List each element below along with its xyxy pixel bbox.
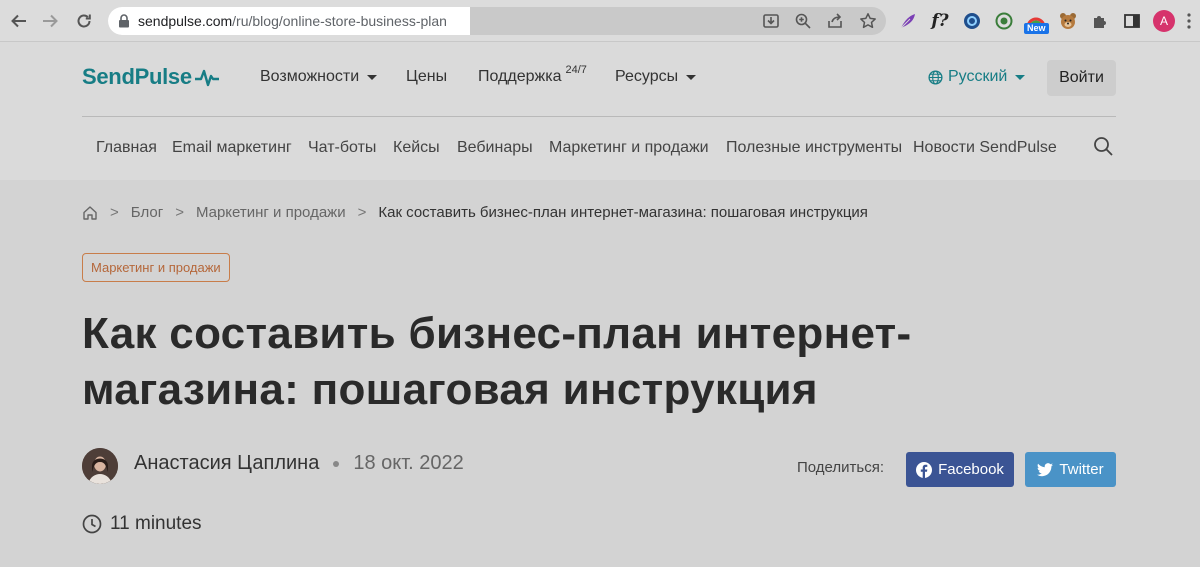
logo-text: SendPulse (82, 64, 192, 89)
subnav-marketing-sales[interactable]: Маркетинг и продажи (549, 139, 709, 157)
subnav-chatbots[interactable]: Чат-боты (308, 139, 376, 157)
profile-avatar[interactable]: A (1153, 10, 1175, 32)
url-host: sendpulse.com (138, 13, 233, 29)
twitter-label: Twitter (1059, 461, 1104, 478)
url-path: /ru/blog/online-store-business-plan (232, 13, 447, 29)
page-title: Как составить бизнес-план интернет- мага… (82, 306, 982, 418)
arrow-left-icon (11, 14, 26, 28)
subnav-news[interactable]: Новости SendPulse (913, 139, 1057, 157)
home-icon (83, 205, 97, 220)
language-selector[interactable]: Русский (928, 68, 1026, 86)
menu-resources[interactable]: Ресурсы (615, 68, 697, 86)
read-time-label: 11 minutes (110, 513, 202, 534)
menu-support-label: Поддержка (478, 68, 562, 85)
sidepanel-icon[interactable] (1121, 10, 1143, 32)
facebook-icon (916, 461, 933, 478)
facebook-share-button[interactable]: Facebook (906, 452, 1014, 487)
reload-button[interactable] (72, 9, 96, 33)
author-meta: Анастасия Цаплина 18 окт. 2022 (134, 452, 464, 475)
new-badge: New (1024, 23, 1049, 34)
kebab-menu-icon[interactable] (1178, 10, 1200, 32)
back-button[interactable] (7, 9, 31, 33)
search-button[interactable] (1093, 136, 1113, 161)
menu-prices[interactable]: Цены (406, 68, 447, 86)
title-line-1: Как составить бизнес-план интернет- (82, 309, 912, 358)
login-button[interactable]: Войти (1047, 60, 1116, 96)
record-icon[interactable] (993, 10, 1015, 32)
category-tag[interactable]: Маркетинг и продажи (82, 253, 230, 282)
pulse-icon (194, 69, 219, 87)
share-page-icon[interactable] (826, 12, 844, 30)
fx-icon[interactable]: f? (929, 10, 951, 32)
site-logo[interactable]: SendPulse (82, 64, 220, 90)
lock-icon[interactable] (118, 14, 130, 28)
title-line-2: магазина: пошаговая инструкция (82, 365, 818, 414)
twitter-share-button[interactable]: Twitter (1025, 452, 1116, 487)
publish-date: 18 окт. 2022 (353, 452, 464, 474)
menu-support[interactable]: Поддержка 24/7 (478, 64, 587, 86)
arrow-right-icon (43, 14, 58, 28)
facebook-label: Facebook (938, 461, 1004, 478)
menu-prices-label: Цены (406, 68, 448, 85)
puzzle-icon[interactable] (1089, 10, 1111, 32)
menu-features[interactable]: Возможности (260, 68, 378, 86)
globe-icon (928, 69, 943, 85)
author-avatar[interactable] (82, 448, 118, 484)
site-header: SendPulse Возможности Цены Поддержка 24/… (0, 42, 1200, 180)
chevron-down-icon (367, 74, 378, 80)
url-text: sendpulse.com/ru/blog/online-store-busin… (138, 13, 447, 29)
breadcrumb-marketing[interactable]: Маркетинг и продажи (196, 204, 346, 221)
subnav-home[interactable]: Главная (96, 139, 157, 157)
address-bar[interactable]: sendpulse.com/ru/blog/online-store-busin… (108, 7, 886, 35)
breadcrumb-separator: > (357, 204, 367, 221)
header-divider (82, 116, 1116, 117)
install-icon[interactable] (762, 12, 780, 30)
bear-icon[interactable] (1057, 10, 1079, 32)
forward-button[interactable] (38, 9, 62, 33)
breadcrumb-blog[interactable]: Блог (131, 204, 163, 221)
aperture-icon[interactable] (961, 10, 983, 32)
feather-icon[interactable] (897, 10, 919, 32)
bookmark-star-icon[interactable] (859, 12, 877, 30)
search-icon (1094, 137, 1113, 156)
clock-icon (82, 514, 102, 534)
twitter-icon (1037, 462, 1054, 476)
author-name[interactable]: Анастасия Цаплина (134, 452, 319, 475)
menu-features-label: Возможности (260, 68, 360, 85)
support-24-7-label: 24/7 (565, 64, 587, 76)
article-content: > Блог > Маркетинг и продажи > Как соста… (0, 180, 1200, 567)
browser-toolbar: sendpulse.com/ru/blog/online-store-busin… (0, 0, 1200, 42)
subnav-webinars[interactable]: Вебинары (457, 139, 533, 157)
meta-dot (333, 460, 340, 467)
breadcrumb-current: Как составить бизнес-план интернет-магаз… (378, 204, 868, 221)
chevron-down-icon (686, 74, 697, 80)
zoom-icon[interactable] (794, 12, 812, 30)
reload-icon (77, 14, 91, 28)
menu-resources-label: Ресурсы (615, 68, 679, 85)
subnav-useful-tools[interactable]: Полезные инструменты (726, 139, 902, 157)
share-label: Поделиться: (797, 459, 884, 476)
breadcrumb-separator: > (110, 204, 119, 221)
chevron-down-icon (1015, 74, 1026, 80)
breadcrumb-separator: > (175, 204, 184, 221)
url-field[interactable]: sendpulse.com/ru/blog/online-store-busin… (108, 7, 470, 35)
language-label: Русский (948, 68, 1008, 85)
subnav-cases[interactable]: Кейсы (393, 139, 440, 157)
read-time: 11 minutes (82, 513, 202, 535)
subnav-email-marketing[interactable]: Email маркетинг (172, 139, 292, 157)
home-breadcrumb[interactable] (82, 205, 98, 221)
breadcrumb: > Блог > Маркетинг и продажи > Как соста… (82, 204, 868, 221)
